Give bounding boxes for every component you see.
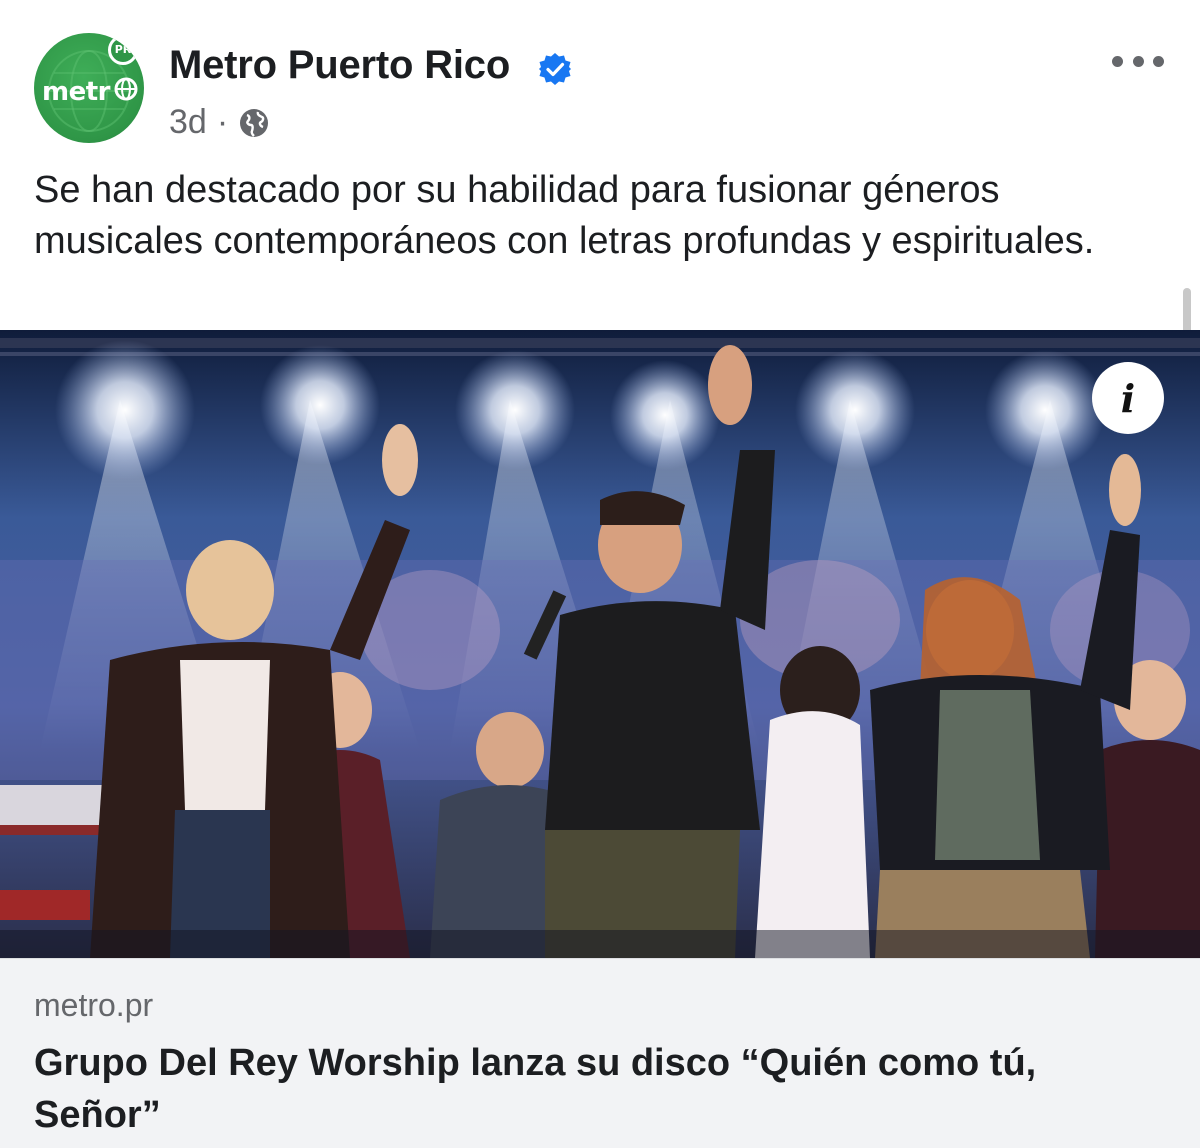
info-icon: i <box>1120 375 1136 421</box>
post-message: Se han destacado por su habilidad para f… <box>34 169 1095 262</box>
facebook-post: metr PR Metro Puerto Rico 3d · Se han de… <box>0 0 1200 1148</box>
info-button[interactable]: i <box>1092 362 1164 434</box>
globe-icon[interactable] <box>238 107 270 139</box>
avatar-badge: PR <box>108 35 138 65</box>
avatar-logo-text: metr <box>42 77 110 107</box>
link-domain: metro.pr <box>34 987 154 1023</box>
meta-separator: · <box>216 103 229 141</box>
more-options-button[interactable] <box>1112 48 1164 74</box>
post-timestamp[interactable]: 3d <box>169 103 207 142</box>
link-preview-card[interactable]: metro.pr Grupo Del Rey Worship lanza su … <box>0 958 1200 1148</box>
verified-badge-icon <box>539 53 571 85</box>
concert-photo-illustration <box>0 330 1200 958</box>
more-dot <box>1153 55 1164 67</box>
post-meta: 3d · <box>169 103 270 142</box>
more-dot <box>1112 55 1123 67</box>
link-title[interactable]: Grupo Del Rey Worship lanza su disco “Qu… <box>34 1037 1154 1141</box>
more-dot <box>1132 55 1144 67</box>
post-photo[interactable] <box>0 330 1200 958</box>
page-avatar[interactable]: metr PR <box>34 33 144 143</box>
page-name-link[interactable]: Metro Puerto Rico <box>169 43 510 88</box>
